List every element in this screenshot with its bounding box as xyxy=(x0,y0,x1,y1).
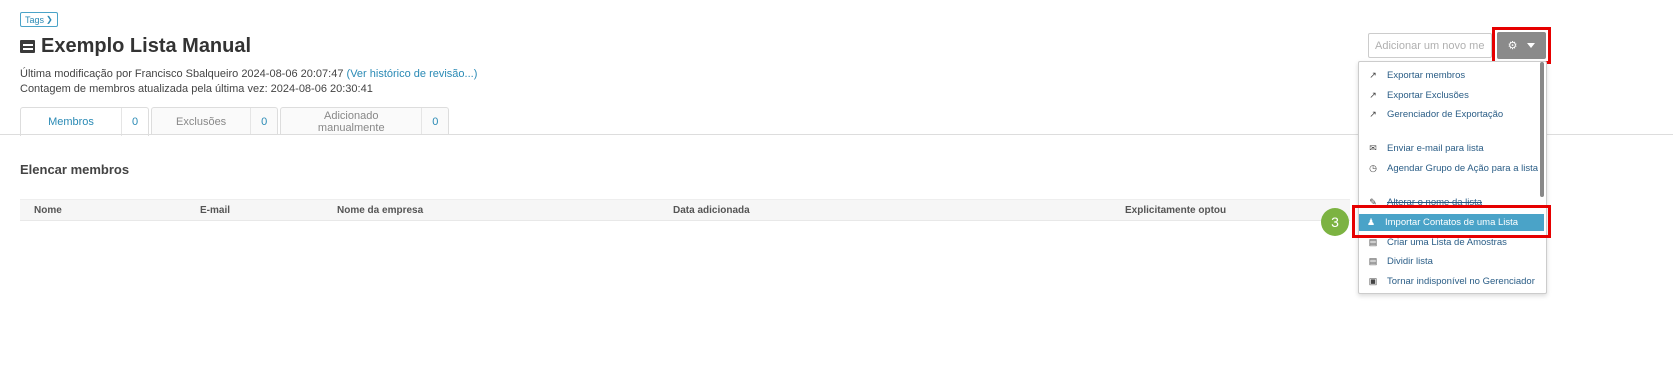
page-header: Exemplo Lista Manual xyxy=(20,35,251,58)
count-updated-text: Contagem de membros atualizada pela últi… xyxy=(20,83,373,95)
tab-manually-added[interactable]: Adicionado manualmente 0 xyxy=(280,107,450,135)
menu-item-label: Agendar Grupo de Ação para a lista xyxy=(1387,163,1539,174)
list-icon: ▤ xyxy=(1368,256,1378,266)
menu-item-label: Alterar o nome da lista xyxy=(1387,197,1483,208)
add-member-input[interactable] xyxy=(1368,33,1492,58)
step-badge: 3 xyxy=(1321,208,1349,236)
column-header-date-added[interactable]: Data adicionada xyxy=(673,205,750,216)
column-header-name[interactable]: Nome xyxy=(34,205,62,216)
menu-item-export-manager[interactable]: ↗ Gerenciador de Exportação xyxy=(1359,106,1542,123)
menu-item-label: Criar uma Lista de Amostras xyxy=(1387,237,1507,248)
menu-item-rename-list[interactable]: ✎ Alterar o nome da lista xyxy=(1359,194,1542,211)
menu-item-label: Dividir lista xyxy=(1387,256,1433,267)
chevron-down-icon: ❯ xyxy=(46,15,53,24)
envelope-icon: ✉ xyxy=(1369,143,1377,153)
menu-item-export-exclusions[interactable]: ↗ Exportar Exclusões xyxy=(1359,87,1542,104)
tags-button-label: Tags xyxy=(25,14,45,25)
column-header-company[interactable]: Nome da empresa xyxy=(337,205,423,216)
tab-label: Exclusões xyxy=(176,115,227,128)
gear-icon: ⚙ xyxy=(1507,40,1518,52)
users-icon: ♟ xyxy=(1366,217,1376,227)
menu-item-make-unavailable[interactable]: ▣ Tornar indisponível no Gerenciador xyxy=(1359,273,1542,290)
export-icon: ↗ xyxy=(1369,70,1377,80)
page-title: Exemplo Lista Manual xyxy=(41,35,252,57)
settings-dropdown-menu: ↗ Exportar membros ↗ Exportar Exclusões … xyxy=(1358,61,1547,294)
export-icon: ↗ xyxy=(1369,109,1377,119)
column-header-email[interactable]: E-mail xyxy=(200,205,230,216)
menu-item-schedule-action[interactable]: ◷ Agendar Grupo de Ação para a lista xyxy=(1359,160,1542,177)
list-icon: ▤ xyxy=(1368,237,1378,247)
modified-text: Última modificação por Francisco Sbalque… xyxy=(20,68,344,80)
revision-history-link[interactable]: (Ver histórico de revisão...) xyxy=(347,68,478,80)
tab-label: Adicionado manualmente xyxy=(317,109,385,134)
tab-count: 0 xyxy=(250,108,277,135)
menu-item-label: Tornar indisponível no Gerenciador xyxy=(1387,276,1535,287)
export-icon: ↗ xyxy=(1369,90,1377,100)
archive-icon: ▣ xyxy=(1368,276,1378,286)
list-meta: Última modificação por Francisco Sbalque… xyxy=(20,67,477,97)
clock-icon: ◷ xyxy=(1369,163,1377,173)
tab-count: 0 xyxy=(421,108,448,135)
settings-dropdown-button[interactable]: ⚙ xyxy=(1497,32,1546,59)
menu-item-email-list[interactable]: ✉ Enviar e-mail para lista xyxy=(1359,140,1542,157)
edit-icon: ✎ xyxy=(1369,197,1377,207)
menu-item-label: Exportar Exclusões xyxy=(1387,90,1469,101)
menu-item-label: Enviar e-mail para lista xyxy=(1387,143,1484,154)
menu-item-split-list[interactable]: ▤ Dividir lista xyxy=(1359,253,1542,270)
tags-button[interactable]: Tags ❯ xyxy=(20,12,58,27)
menu-item-label: Importar Contatos de uma Lista xyxy=(1385,217,1519,228)
list-icon xyxy=(20,40,35,53)
modified-line: Última modificação por Francisco Sbalque… xyxy=(20,67,477,82)
menu-item-label: Exportar membros xyxy=(1387,70,1466,81)
menu-item-create-sample-list[interactable]: ▤ Criar uma Lista de Amostras xyxy=(1359,234,1542,251)
tab-count: 0 xyxy=(121,108,148,136)
menu-item-import-contacts[interactable]: ♟ Importar Contatos de uma Lista xyxy=(1359,214,1544,231)
tab-members[interactable]: Membros 0 xyxy=(20,107,150,136)
tab-label: Membros xyxy=(48,116,94,128)
menu-item-label: Gerenciador de Exportação xyxy=(1387,109,1504,120)
caret-down-icon xyxy=(1527,43,1536,48)
table-header: Nome E-mail Nome da empresa Data adicion… xyxy=(20,199,1350,221)
column-header-opted-in[interactable]: Explicitamente optou xyxy=(1125,205,1226,216)
tabs: Membros 0 Exclusões 0 Adicionado manualm… xyxy=(20,107,451,136)
menu-item-export-members[interactable]: ↗ Exportar membros xyxy=(1359,67,1542,84)
section-title: Elencar membros xyxy=(20,162,130,177)
tab-exclusions[interactable]: Exclusões 0 xyxy=(151,107,279,135)
